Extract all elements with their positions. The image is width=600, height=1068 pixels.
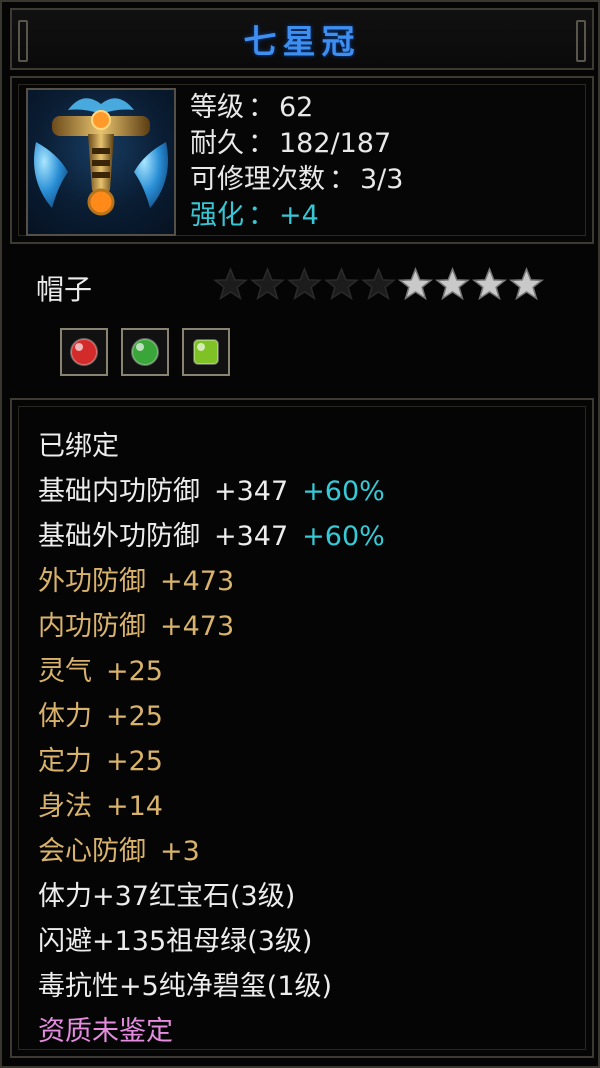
attribute-panel: 已绑定基础内功防御 +347 +60% 基础外功防御 +347 +60% 外功防御 +473 内…	[10, 398, 594, 1058]
title-bar-cap-left	[18, 20, 28, 62]
title-bar-cap-right	[576, 20, 586, 62]
item-type-row: 帽子	[36, 266, 576, 310]
star-dim-icon	[286, 267, 323, 301]
attribute-line: 内功防御 +473	[38, 611, 235, 642]
star-lit-icon	[508, 267, 545, 301]
attribute-line: 毒抗性+5纯净碧玺(1级)	[38, 971, 333, 1002]
attribute-line: 定力 +25	[38, 746, 163, 777]
enhance-value: +4	[279, 200, 319, 231]
star-dim-icon	[360, 267, 397, 301]
item-name: 七星冠	[243, 22, 361, 61]
star-dim-icon	[249, 267, 286, 301]
title-bar: 七星冠	[10, 8, 594, 70]
level-value: 62	[279, 92, 314, 123]
attribute-line: 闪避+135祖母绿(3级)	[38, 926, 313, 957]
emerald-icon[interactable]	[121, 328, 169, 376]
durability-line: 耐久： 182/187	[190, 128, 392, 159]
star-dim-icon	[212, 267, 249, 301]
item-info-panel: 等级： 62 耐久： 182/187 可修理次数： 3/3 强化： +4	[10, 76, 594, 244]
repair-line: 可修理次数： 3/3	[190, 164, 404, 195]
jade-icon[interactable]	[182, 328, 230, 376]
attribute-line: 基础外功防御 +347 +60%	[38, 521, 385, 552]
crown-icon	[26, 88, 176, 236]
enhance-stars	[212, 266, 545, 303]
attribute-line: 外功防御 +473	[38, 566, 235, 597]
durability-value: 182/187	[279, 128, 392, 159]
star-lit-icon	[397, 267, 434, 301]
attribute-line: 灵气 +25	[38, 656, 163, 687]
star-dim-icon	[323, 267, 360, 301]
attribute-line: 体力 +25	[38, 701, 163, 732]
attribute-line: 会心防御 +3	[38, 836, 200, 867]
item-tooltip: 七星冠 等级 ： 62 耐久 ： 182/187 可修理次数 ： 3/3 强化 …	[0, 0, 600, 1068]
star-lit-icon	[434, 267, 471, 301]
ruby-icon[interactable]	[60, 328, 108, 376]
gem-slots	[60, 328, 230, 376]
attribute-list: 已绑定基础内功防御 +347 +60% 基础外功防御 +347 +60% 外功防御 +473 内…	[38, 424, 385, 1054]
item-type: 帽子	[36, 273, 93, 306]
attribute-line: 身法 +14	[38, 791, 163, 822]
repair-value: 3/3	[360, 164, 404, 195]
attribute-line: 已绑定	[38, 431, 119, 462]
star-lit-icon	[471, 267, 508, 301]
enhance-line: 强化： +4	[190, 200, 319, 231]
attribute-line: 资质未鉴定	[38, 1016, 173, 1047]
level-line: 等级： 62	[190, 92, 314, 123]
attribute-line: 基础内功防御 +347 +60%	[38, 476, 385, 507]
attribute-line: 体力+37红宝石(3级)	[38, 881, 296, 912]
